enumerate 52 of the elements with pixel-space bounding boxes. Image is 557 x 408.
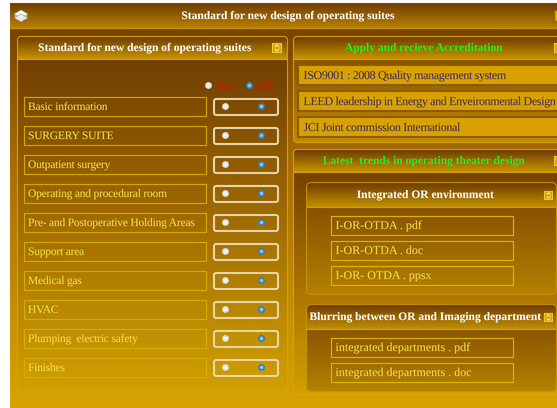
radio-button[interactable] — [258, 277, 265, 284]
section-label[interactable]: HVAC — [24, 300, 207, 320]
radio-button[interactable] — [222, 132, 229, 139]
radio-button[interactable] — [258, 103, 265, 110]
file-link[interactable]: integrated departments . doc — [330, 363, 514, 383]
section-label[interactable]: SURGERY SUITE — [24, 126, 207, 146]
radio-button[interactable] — [222, 277, 229, 284]
window-title: Standard for new design of operating suites — [180, 10, 396, 22]
radio-button[interactable] — [222, 190, 229, 197]
radio-button[interactable] — [258, 219, 265, 226]
radio-button[interactable] — [258, 335, 265, 342]
subsection-title: Blurring between OR and Imaging department — [308, 311, 542, 323]
radio-button[interactable] — [205, 82, 212, 88]
section-label[interactable]: Basic information — [24, 96, 207, 116]
collapse-icon[interactable] — [544, 190, 553, 200]
radio-button[interactable] — [222, 219, 229, 226]
section-label[interactable]: Outpatient surgery — [24, 154, 207, 174]
documents-icon — [12, 8, 30, 24]
section-label[interactable]: Operating and procedural room — [24, 184, 207, 204]
panel-title: Latest trends in operating theater design — [322, 155, 526, 167]
section-label[interactable]: Finishes — [24, 358, 207, 378]
radio-button[interactable] — [222, 335, 229, 342]
radio-button[interactable] — [258, 248, 265, 255]
file-link[interactable]: I-OR-OTDA . doc — [330, 241, 514, 261]
collapse-icon[interactable] — [272, 43, 282, 53]
radio-button[interactable] — [222, 161, 229, 168]
legend-label: doc — [216, 78, 234, 92]
radio-button[interactable] — [258, 306, 265, 313]
section-label[interactable]: Support area — [24, 242, 207, 262]
radio-button[interactable] — [258, 364, 265, 371]
collapse-icon[interactable] — [544, 312, 553, 322]
panel-title: Apply and recieve Accreditation — [344, 42, 504, 54]
panel-title: Standard for new design of operating suites — [37, 42, 252, 54]
section-label[interactable]: Plumping electric safety — [24, 328, 207, 348]
subsection-title: Integrated OR environment — [356, 189, 495, 201]
file-link[interactable]: integrated departments . pdf — [330, 338, 514, 358]
accreditation-link[interactable]: ISO9001 : 2008 Quality management system — [296, 64, 557, 86]
file-link[interactable]: I-OR- OTDA . ppsx — [330, 266, 514, 286]
section-label[interactable]: Medical gas — [24, 270, 207, 290]
accreditation-link[interactable]: JCI Joint commission International — [296, 116, 557, 138]
radio-button[interactable] — [258, 161, 265, 168]
accreditation-link[interactable]: LEED leadership in Energy and Enveironmental Design — [296, 90, 557, 112]
radio-button[interactable] — [222, 306, 229, 313]
radio-button[interactable] — [246, 82, 253, 88]
radio-button[interactable] — [222, 364, 229, 371]
legend-label: pdf — [256, 78, 273, 92]
radio-button[interactable] — [258, 132, 265, 139]
radio-button[interactable] — [222, 103, 229, 110]
radio-button[interactable] — [258, 190, 265, 197]
file-link[interactable]: I-OR-OTDA . pdf — [330, 216, 514, 236]
section-label[interactable]: Pre- and Postoperative Holding Areas — [24, 212, 207, 232]
radio-button[interactable] — [222, 248, 229, 255]
